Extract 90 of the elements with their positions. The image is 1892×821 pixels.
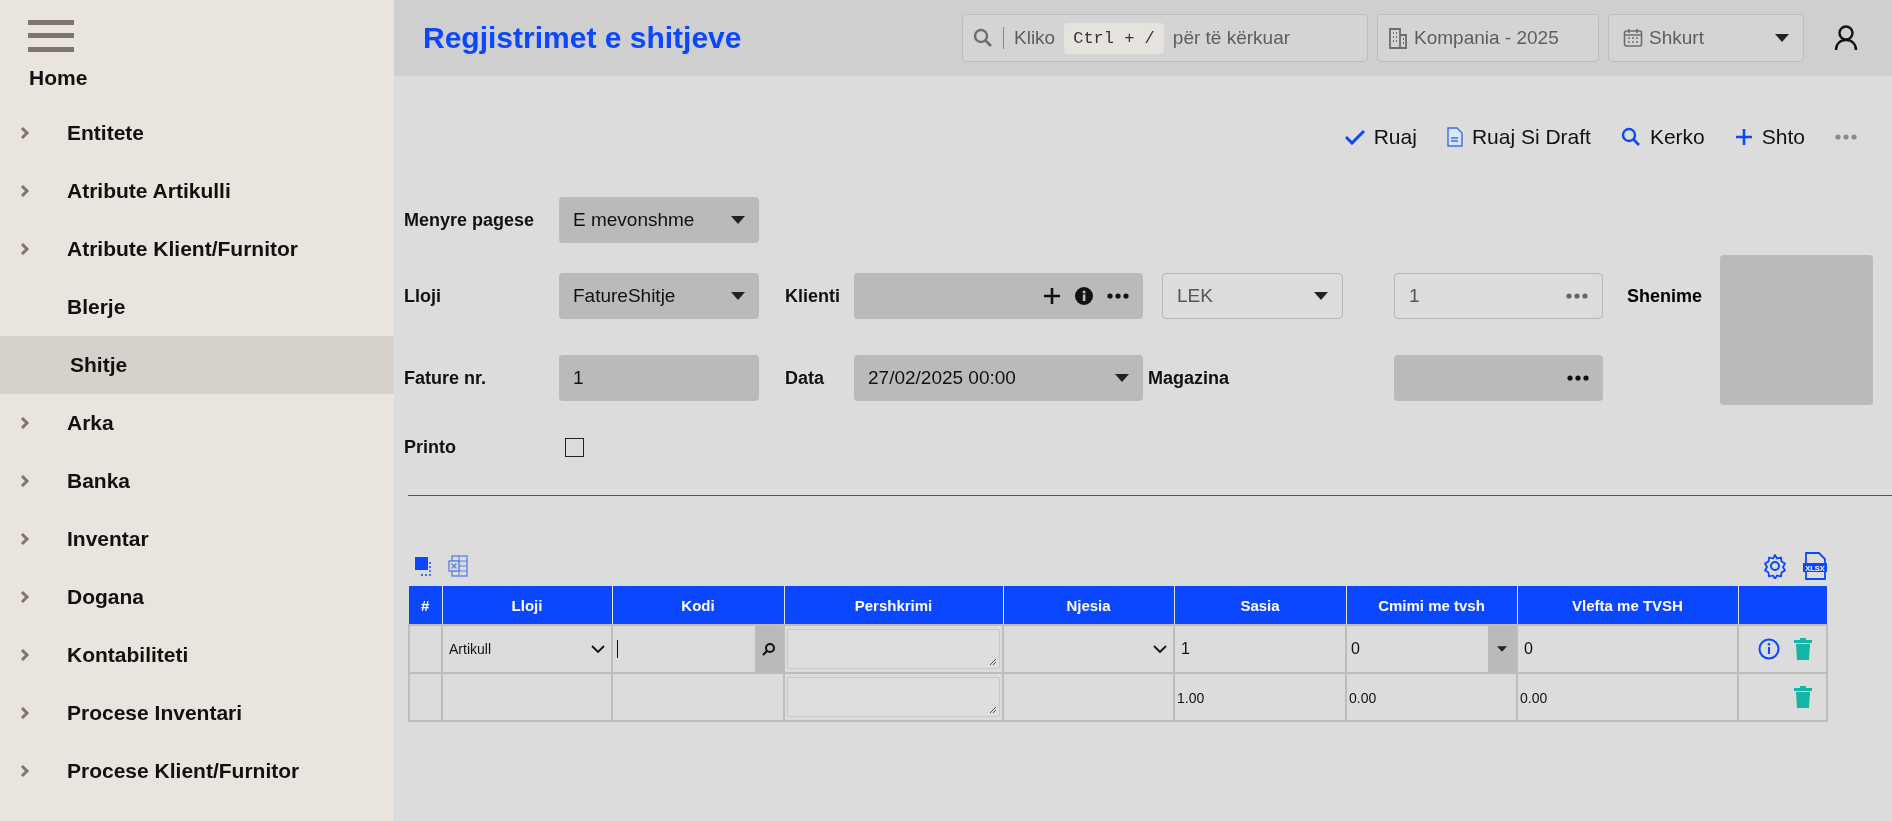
sidebar-item[interactable]: Atribute Klient/Furnitor	[0, 220, 394, 278]
resize-handle-icon[interactable]	[989, 706, 997, 714]
field-label: Magazina	[1147, 366, 1231, 390]
chevron-right-icon	[20, 184, 30, 198]
table-cell-text: 1.00	[1176, 689, 1205, 706]
caret-down-icon	[731, 292, 745, 300]
notes-field[interactable]	[1720, 255, 1873, 405]
page-title: Regjistrimet e shitjeve	[423, 21, 743, 55]
settings-icon[interactable]	[1762, 553, 1788, 579]
dropdown-field[interactable]: FatureShitje	[559, 273, 759, 319]
column-header: Lloji	[442, 586, 612, 625]
column-header: Sasia	[1174, 586, 1346, 625]
search-button[interactable]: Kerko	[1620, 125, 1705, 149]
sidebar-item[interactable]: Banka	[0, 452, 394, 510]
column-header: Cmimi me tvsh	[1346, 586, 1517, 625]
lookup-field[interactable]	[1394, 355, 1603, 401]
sidebar-item[interactable]: Arka	[0, 394, 394, 452]
sidebar-item[interactable]: Kontabiliteti	[0, 626, 394, 684]
add-button[interactable]: Shto	[1734, 125, 1805, 149]
more-icon	[1566, 293, 1588, 299]
number-input[interactable]: 1	[1175, 626, 1345, 672]
column-header: Pershkrimi	[784, 586, 1003, 625]
sidebar-item[interactable]: Procese Klient/Furnitor	[0, 742, 394, 800]
sidebar-item[interactable]: Entitete	[0, 104, 394, 162]
chevron-down-icon	[591, 644, 605, 654]
column-header: Vlefta me TVSH	[1517, 586, 1738, 625]
chevron-right-icon	[20, 416, 30, 430]
caret-down-icon	[1775, 34, 1789, 42]
sidebar-item[interactable]: Procese Inventari	[0, 684, 394, 742]
building-icon	[1388, 27, 1408, 49]
search-icon	[762, 642, 776, 656]
info-icon[interactable]	[1758, 638, 1780, 660]
save-draft-button[interactable]: Ruaj Si Draft	[1446, 125, 1591, 149]
resize-handle-icon[interactable]	[989, 658, 997, 666]
company-selector[interactable]: Kompania - 2025	[1377, 14, 1599, 62]
text-field[interactable]: 1	[559, 355, 759, 401]
caret-down-icon	[1497, 646, 1507, 652]
chevron-right-icon	[20, 590, 30, 604]
more-icon	[1567, 375, 1589, 381]
chevron-right-icon	[20, 126, 30, 140]
chevron-right-icon	[20, 532, 30, 546]
more-icon[interactable]	[1107, 293, 1129, 299]
plus-icon[interactable]	[1043, 287, 1061, 305]
column-header: Njesia	[1003, 586, 1174, 625]
period-dropdown[interactable]: Shkurt	[1608, 14, 1804, 62]
table-cell-text: 0.00	[1348, 689, 1377, 706]
spreadsheet-icon[interactable]	[448, 555, 468, 577]
price-dropdown[interactable]: 0	[1347, 626, 1516, 672]
sidebar-item[interactable]: Dogana	[0, 568, 394, 626]
sidebar-item[interactable]: Home	[0, 54, 394, 102]
menu-icon[interactable]	[28, 20, 74, 54]
document-icon	[1446, 127, 1463, 147]
user-icon[interactable]	[1834, 25, 1858, 51]
dropdown-field[interactable]: E mevonshme	[559, 197, 759, 243]
chevron-right-icon	[20, 474, 30, 488]
select-icon[interactable]	[414, 556, 434, 576]
save-button[interactable]: Ruaj	[1344, 125, 1417, 149]
caret-down-icon	[1115, 374, 1129, 382]
caret-down-icon	[731, 216, 745, 224]
check-icon	[1344, 129, 1365, 145]
search-field[interactable]: Kliko Ctrl + / për të kërkuar	[962, 14, 1368, 62]
field-label: Fature nr.	[404, 366, 488, 390]
plus-icon	[1734, 128, 1753, 146]
caret-down-icon	[1314, 292, 1328, 300]
field-label: Lloji	[404, 284, 442, 308]
chevron-right-icon	[20, 242, 30, 256]
search-icon	[1620, 127, 1641, 147]
info-icon[interactable]	[1075, 287, 1093, 305]
chevron-right-icon	[20, 648, 30, 662]
sidebar-item[interactable]: Inventar	[0, 510, 394, 568]
sidebar-item[interactable]: Blerje	[0, 278, 394, 336]
field-label: Shenime	[1627, 284, 1704, 308]
column-header: Kodi	[612, 586, 784, 625]
field-label: Printo	[404, 435, 457, 459]
search-icon	[973, 28, 993, 48]
sidebar-item[interactable]: Shitje	[0, 336, 394, 394]
dropdown-field[interactable]: 27/02/2025 00:00	[854, 355, 1143, 401]
lookup-field[interactable]	[854, 273, 1143, 319]
number-input[interactable]: 0	[1518, 626, 1737, 672]
chevron-down-icon	[1153, 644, 1167, 654]
table-cell-text: 0.00	[1519, 689, 1548, 706]
calendar-icon	[1623, 28, 1643, 48]
field-label: Menyre pagese	[404, 208, 536, 232]
chevron-right-icon	[20, 764, 30, 778]
field-label: Klienti	[784, 284, 841, 308]
sidebar-item[interactable]: Atribute Artikulli	[0, 162, 394, 220]
column-header: #	[409, 586, 442, 625]
chevron-right-icon	[20, 706, 30, 720]
checkbox[interactable]	[565, 437, 584, 457]
field-label: Data	[784, 366, 825, 390]
